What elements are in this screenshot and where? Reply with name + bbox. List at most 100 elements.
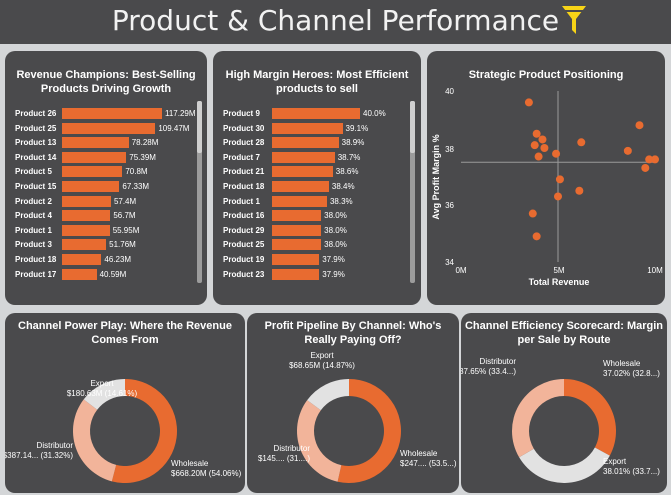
- bar-fill[interactable]: [272, 254, 320, 265]
- bar-value: 78.28M: [131, 138, 159, 148]
- channel-power-play-card: Channel Power Play: Where the Revenue Co…: [5, 313, 245, 493]
- bar-row[interactable]: Product 25 38.0%: [213, 239, 398, 251]
- bar-value: 55.95M: [112, 225, 140, 235]
- donut-slice-name: Export: [90, 379, 114, 388]
- bar-row[interactable]: Product 14 75.39M: [5, 151, 190, 164]
- bar-fill[interactable]: [272, 137, 339, 149]
- donut-slice-distributor[interactable]: [512, 379, 564, 458]
- bar-row[interactable]: Product 29 38.0%: [213, 224, 398, 237]
- bar-row[interactable]: Product 26 117.29M: [5, 108, 196, 120]
- bar-fill[interactable]: [62, 151, 127, 163]
- scatter-point[interactable]: [538, 135, 547, 144]
- bar-fill[interactable]: [272, 181, 329, 192]
- revenue-scrollbar[interactable]: [197, 101, 202, 283]
- bar-row[interactable]: Product 19 37.9%: [213, 254, 398, 266]
- bar-fill[interactable]: [62, 195, 111, 207]
- bar-fill[interactable]: [272, 210, 322, 222]
- bar-row[interactable]: Product 2 57.4M: [5, 195, 190, 208]
- donut-slice-distributor[interactable]: [297, 400, 342, 482]
- bar-row[interactable]: Product 13 78.28M: [5, 137, 190, 149]
- donut-slice-label: $668.20M (54.06%): [171, 469, 242, 478]
- bar-value: 75.39M: [129, 152, 156, 162]
- scatter-point[interactable]: [554, 192, 562, 201]
- donut-slice-label: $247.... (53.5...): [400, 459, 457, 468]
- bar-row[interactable]: Product 3 51.76M: [5, 239, 190, 251]
- revenue-scroll-thumb[interactable]: [197, 101, 202, 153]
- scatter-point[interactable]: [577, 138, 586, 147]
- revenue-donut-chart: Wholesale$668.20M (54.06%) Distributor$38…: [5, 379, 242, 483]
- y-tick-1: 38: [445, 145, 454, 154]
- bar-fill[interactable]: [272, 268, 320, 280]
- scatter-ylabel: Avg Profit Margin %: [431, 134, 441, 219]
- scatter-point[interactable]: [540, 144, 549, 152]
- bar-row[interactable]: Product 4 56.7M: [5, 210, 190, 222]
- high-margin-heroes-card: High Margin Heroes: Most Efficient produ…: [213, 51, 421, 305]
- donut-slice-name: Distributor: [274, 444, 311, 453]
- bar-fill[interactable]: [62, 181, 120, 192]
- scatter-point[interactable]: [575, 186, 584, 195]
- bar-value: 38.0%: [324, 240, 347, 250]
- donut-slice-name: Wholesale: [171, 459, 209, 468]
- bar-row[interactable]: Product 18 38.4%: [213, 181, 398, 193]
- bar-row[interactable]: Product 30 39.1%: [213, 122, 398, 135]
- bar-value: 117.29M: [165, 109, 196, 118]
- donut-slice-distributor[interactable]: [72, 399, 117, 482]
- bar-row[interactable]: Product 28 38.9%: [213, 137, 398, 149]
- donut-slice-export[interactable]: [519, 447, 610, 483]
- scatter-point[interactable]: [528, 209, 537, 218]
- bar-fill[interactable]: [62, 137, 129, 149]
- scatter-point[interactable]: [552, 149, 561, 158]
- bar-row[interactable]: Product 9 40.0%: [213, 108, 398, 120]
- bar-row[interactable]: Product 17 40.59M: [5, 268, 190, 281]
- bar-row[interactable]: Product 1 55.95M: [5, 224, 190, 237]
- bar-fill[interactable]: [62, 122, 156, 134]
- scatter-point[interactable]: [555, 175, 564, 184]
- donut-slice-name: Export: [310, 351, 334, 360]
- bar-row[interactable]: Product 1 38.3%: [213, 195, 398, 208]
- bar-fill[interactable]: [62, 239, 107, 251]
- scatter-point[interactable]: [530, 141, 539, 150]
- margin-scrollbar[interactable]: [410, 101, 415, 283]
- scatter-point[interactable]: [623, 146, 632, 155]
- bar-row[interactable]: Product 16 38.0%: [213, 210, 398, 222]
- bar-fill[interactable]: [272, 166, 333, 178]
- bar-fill[interactable]: [272, 122, 343, 134]
- donut-slice-label: $387.14... (31.32%): [5, 451, 73, 460]
- margin-scroll-thumb[interactable]: [410, 101, 415, 153]
- scatter-point[interactable]: [524, 98, 533, 107]
- bar-row[interactable]: Product 18 46.23M: [5, 254, 190, 266]
- bar-fill[interactable]: [272, 108, 360, 119]
- bar-fill[interactable]: [272, 224, 322, 236]
- bar-fill[interactable]: [62, 166, 123, 178]
- bar-row[interactable]: Product 21 38.6%: [213, 166, 398, 178]
- bar-fill[interactable]: [62, 224, 110, 236]
- bar-row[interactable]: Product 5 70.8M: [5, 166, 190, 178]
- bar-fill[interactable]: [272, 239, 322, 251]
- bar-fill[interactable]: [62, 210, 111, 222]
- donut-slice-name: Export: [603, 457, 627, 466]
- scatter-point[interactable]: [635, 121, 644, 130]
- bar-fill[interactable]: [62, 268, 97, 280]
- bar-fill[interactable]: [272, 195, 327, 207]
- scatter-xlabel: Total Revenue: [529, 277, 590, 287]
- donut-slice-label: 37.02% (32.8...): [603, 369, 660, 378]
- donut-slice-label: $68.65M (14.87%): [289, 361, 355, 370]
- bar-row[interactable]: Product 25 109.47M: [5, 122, 190, 135]
- bar-fill[interactable]: [272, 151, 335, 163]
- scatter-point[interactable]: [532, 129, 541, 138]
- scatter-point[interactable]: [641, 163, 650, 172]
- scatter-point[interactable]: [651, 155, 659, 164]
- bar-value: 109.47M: [158, 123, 190, 133]
- donut-slice-wholesale[interactable]: [564, 379, 616, 456]
- scatter-point[interactable]: [534, 152, 543, 161]
- donut-slice-label: $180.63M (14.61%): [67, 389, 138, 398]
- channel-efficiency-card: Channel Efficiency Scorecard: Margin per…: [461, 313, 667, 493]
- scatter-point[interactable]: [532, 232, 541, 241]
- bar-value: 38.0%: [324, 211, 347, 221]
- bar-row[interactable]: Product 7 38.7%: [213, 151, 398, 164]
- bar-fill[interactable]: [62, 254, 102, 265]
- filter-icon[interactable]: [561, 4, 587, 38]
- bar-row[interactable]: Product 23 37.9%: [213, 268, 398, 281]
- bar-fill[interactable]: [62, 108, 162, 119]
- bar-row[interactable]: Product 15 67.33M: [5, 181, 190, 193]
